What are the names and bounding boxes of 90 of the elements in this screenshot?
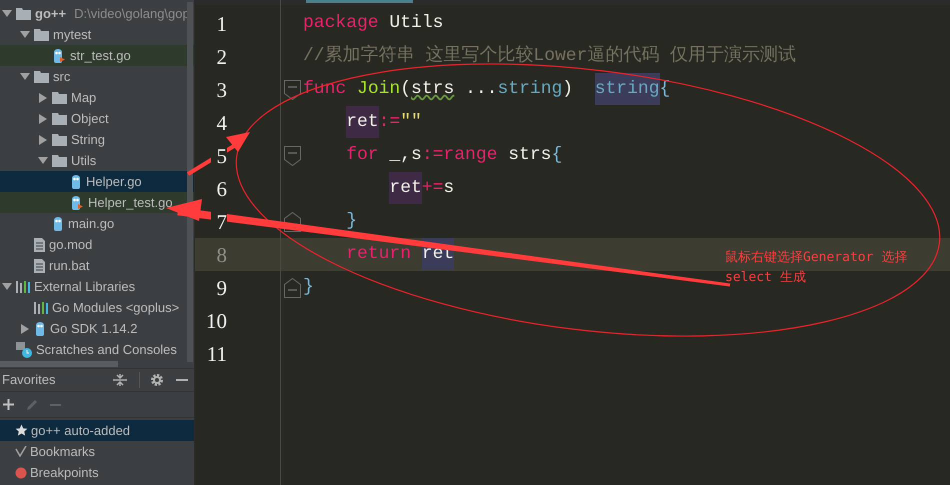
tree-label: go++ — [35, 4, 66, 23]
folder-icon — [16, 8, 31, 20]
code-line: //累加字符串 这里写个比较Lower逼的代码 仅用于演示测试 — [303, 44, 796, 68]
favorites-item[interactable]: go++ auto-added — [0, 420, 194, 441]
tree-item[interactable]: Helper_test.go — [0, 192, 194, 213]
gopher-test-icon — [52, 48, 66, 62]
annotation-note: 鼠标右键选择Generator 选择 select 生成 — [725, 249, 908, 287]
expand-arrow-icon[interactable] — [20, 30, 30, 38]
tree-label: Helper_test.go — [88, 194, 173, 212]
tree-item[interactable]: mytest — [0, 24, 194, 45]
expand-arrow-icon[interactable] — [20, 72, 30, 80]
tree-label: Scratches and Consoles — [36, 340, 177, 359]
collapse-arrow-icon[interactable] — [20, 324, 30, 334]
code-line: ret:="" — [303, 109, 422, 136]
tree-item[interactable]: main.go — [0, 213, 194, 234]
tree-label: main.go — [68, 214, 114, 233]
code-line: for _,s:=range strs{ — [345, 144, 562, 167]
gopher-icon — [70, 174, 82, 188]
tree-item[interactable]: str_test.go — [0, 45, 194, 66]
tree-label: run.bat — [49, 256, 90, 275]
collapse-arrow-icon[interactable] — [38, 114, 48, 124]
code-line: package Utils — [303, 12, 444, 35]
tree-label: Map — [71, 88, 96, 107]
tree-item[interactable]: go.mod — [0, 234, 194, 255]
tree-label: Go Modules <goplus> — [52, 298, 180, 317]
tree-label: go.mod — [49, 236, 92, 254]
tree-item[interactable]: External Libraries — [0, 276, 194, 297]
expand-arrow-icon[interactable] — [2, 10, 12, 18]
annotation-arrow — [186, 132, 250, 176]
library-icon — [16, 280, 30, 292]
tree-label: Go SDK 1.14.2 — [50, 320, 138, 338]
tree-item[interactable]: Utils — [0, 150, 194, 171]
collapse-icon[interactable] — [113, 374, 127, 386]
tree-label: Helper.go — [86, 172, 142, 191]
code-line: } — [345, 210, 357, 233]
tree-item[interactable]: String — [0, 129, 194, 150]
gopher-test-icon — [70, 196, 84, 210]
tree-label: String — [71, 130, 105, 149]
check-icon — [15, 446, 27, 457]
project-path: D:\video\golang\gop — [74, 4, 190, 23]
file-icon — [34, 258, 45, 272]
expand-arrow-icon[interactable] — [2, 282, 12, 290]
tree-label: Utils — [71, 152, 96, 170]
library-icon — [34, 302, 48, 314]
expand-arrow-icon[interactable] — [38, 156, 48, 164]
tree-item[interactable]: run.bat — [0, 255, 194, 276]
code-line: } — [303, 276, 314, 299]
collapse-arrow-icon[interactable] — [38, 92, 48, 102]
favorites-item[interactable]: Breakpoints — [0, 462, 194, 483]
tree-label: src — [53, 68, 70, 86]
tree-item[interactable]: Go SDK 1.14.2 — [0, 318, 194, 339]
fold-marker-icon[interactable] — [284, 278, 301, 298]
line-number: 10 — [205, 308, 227, 332]
tree-item[interactable]: Scratches and Consoles — [0, 339, 194, 360]
folder-icon — [52, 92, 67, 104]
scratch-icon — [16, 342, 32, 358]
settings-icon[interactable] — [150, 373, 164, 387]
fold-marker-icon[interactable] — [284, 146, 301, 166]
gopher-icon — [52, 216, 64, 230]
favorites-label: Breakpoints — [30, 464, 99, 482]
tree-item[interactable]: Helper.go — [0, 171, 194, 192]
gopher-icon — [34, 322, 46, 336]
tree-label: str_test.go — [70, 46, 131, 65]
tree-item[interactable]: src — [0, 66, 194, 87]
panel-title: Favorites — [2, 371, 56, 390]
tree-item[interactable]: go++ D:\video\golang\gop — [0, 3, 194, 24]
favorites-label: go++ auto-added — [31, 422, 130, 440]
breakpoint-icon — [15, 466, 27, 478]
fold-marker-icon[interactable] — [284, 80, 301, 100]
scrollbar[interactable] — [0, 361, 118, 367]
folder-icon — [52, 112, 67, 124]
favorites-item[interactable]: Bookmarks — [0, 441, 194, 462]
folder-icon — [34, 28, 49, 40]
vertical-scrollbar[interactable] — [187, 2, 193, 362]
folder-icon — [34, 70, 49, 82]
add-icon[interactable] — [3, 399, 14, 410]
tree-item[interactable]: Object — [0, 108, 194, 129]
file-icon — [34, 238, 45, 252]
star-icon — [15, 424, 28, 437]
line-number: 11 — [206, 342, 227, 366]
collapse-arrow-icon[interactable] — [38, 134, 48, 144]
tree-label: mytest — [53, 26, 92, 44]
tree-item[interactable]: Map — [0, 87, 194, 108]
code-line: ret+=s — [303, 175, 454, 202]
tree-label: Object — [71, 110, 109, 128]
folder-icon — [52, 134, 67, 146]
favorites-label: Bookmarks — [30, 442, 96, 461]
tree-item[interactable]: Go Modules <goplus> — [0, 297, 194, 318]
tree-label: External Libraries — [34, 278, 136, 296]
folder-icon — [52, 154, 67, 166]
